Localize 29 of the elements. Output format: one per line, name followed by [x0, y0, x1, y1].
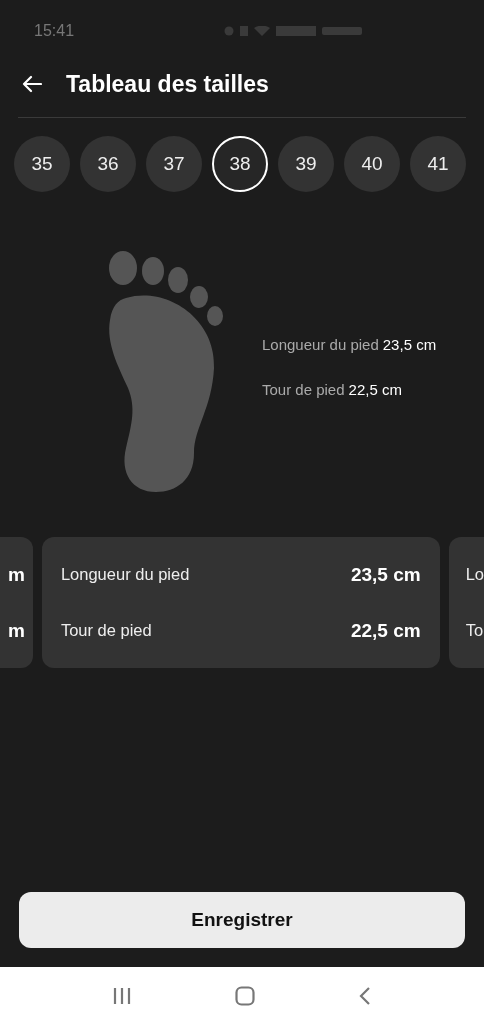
size-chip[interactable]: 37 [146, 136, 202, 192]
card-label: Longueur du pied [60, 565, 190, 584]
size-chip[interactable]: 39 [278, 136, 334, 192]
size-chip[interactable]: 35 [14, 136, 70, 192]
status-time: 15:41 [34, 22, 75, 40]
size-chip[interactable]: 36 [80, 136, 136, 192]
size-chip[interactable]: 40 [344, 136, 400, 192]
card-label: Lo [465, 565, 484, 584]
wifi-icon [254, 26, 271, 36]
back-icon[interactable] [358, 985, 373, 1006]
save-button[interactable]: Enregistrer [19, 892, 465, 948]
card-value: 22,5 cm [350, 619, 421, 642]
home-icon[interactable] [235, 985, 255, 1006]
measure-label: Tour de pied [262, 381, 345, 398]
back-arrow-icon[interactable] [22, 75, 42, 93]
recent-apps-icon[interactable] [111, 986, 132, 1005]
measure-value: 22,5 cm [348, 381, 402, 398]
size-chip[interactable]: 41 [410, 136, 466, 192]
card-value: m [8, 563, 25, 586]
foot-icon [106, 248, 226, 492]
size-chip[interactable]: 38 [212, 136, 268, 192]
card-label: To [465, 621, 484, 640]
alarm-icon [224, 26, 235, 36]
card-label: Tour de pied [60, 621, 152, 640]
measure-label: Longueur du pied [262, 336, 379, 353]
screen-title: Tableau des tailles [66, 70, 269, 98]
card-value: 23,5 cm [350, 563, 421, 586]
card-value: m [8, 619, 25, 642]
measure-value: 23,5 cm [382, 336, 437, 353]
